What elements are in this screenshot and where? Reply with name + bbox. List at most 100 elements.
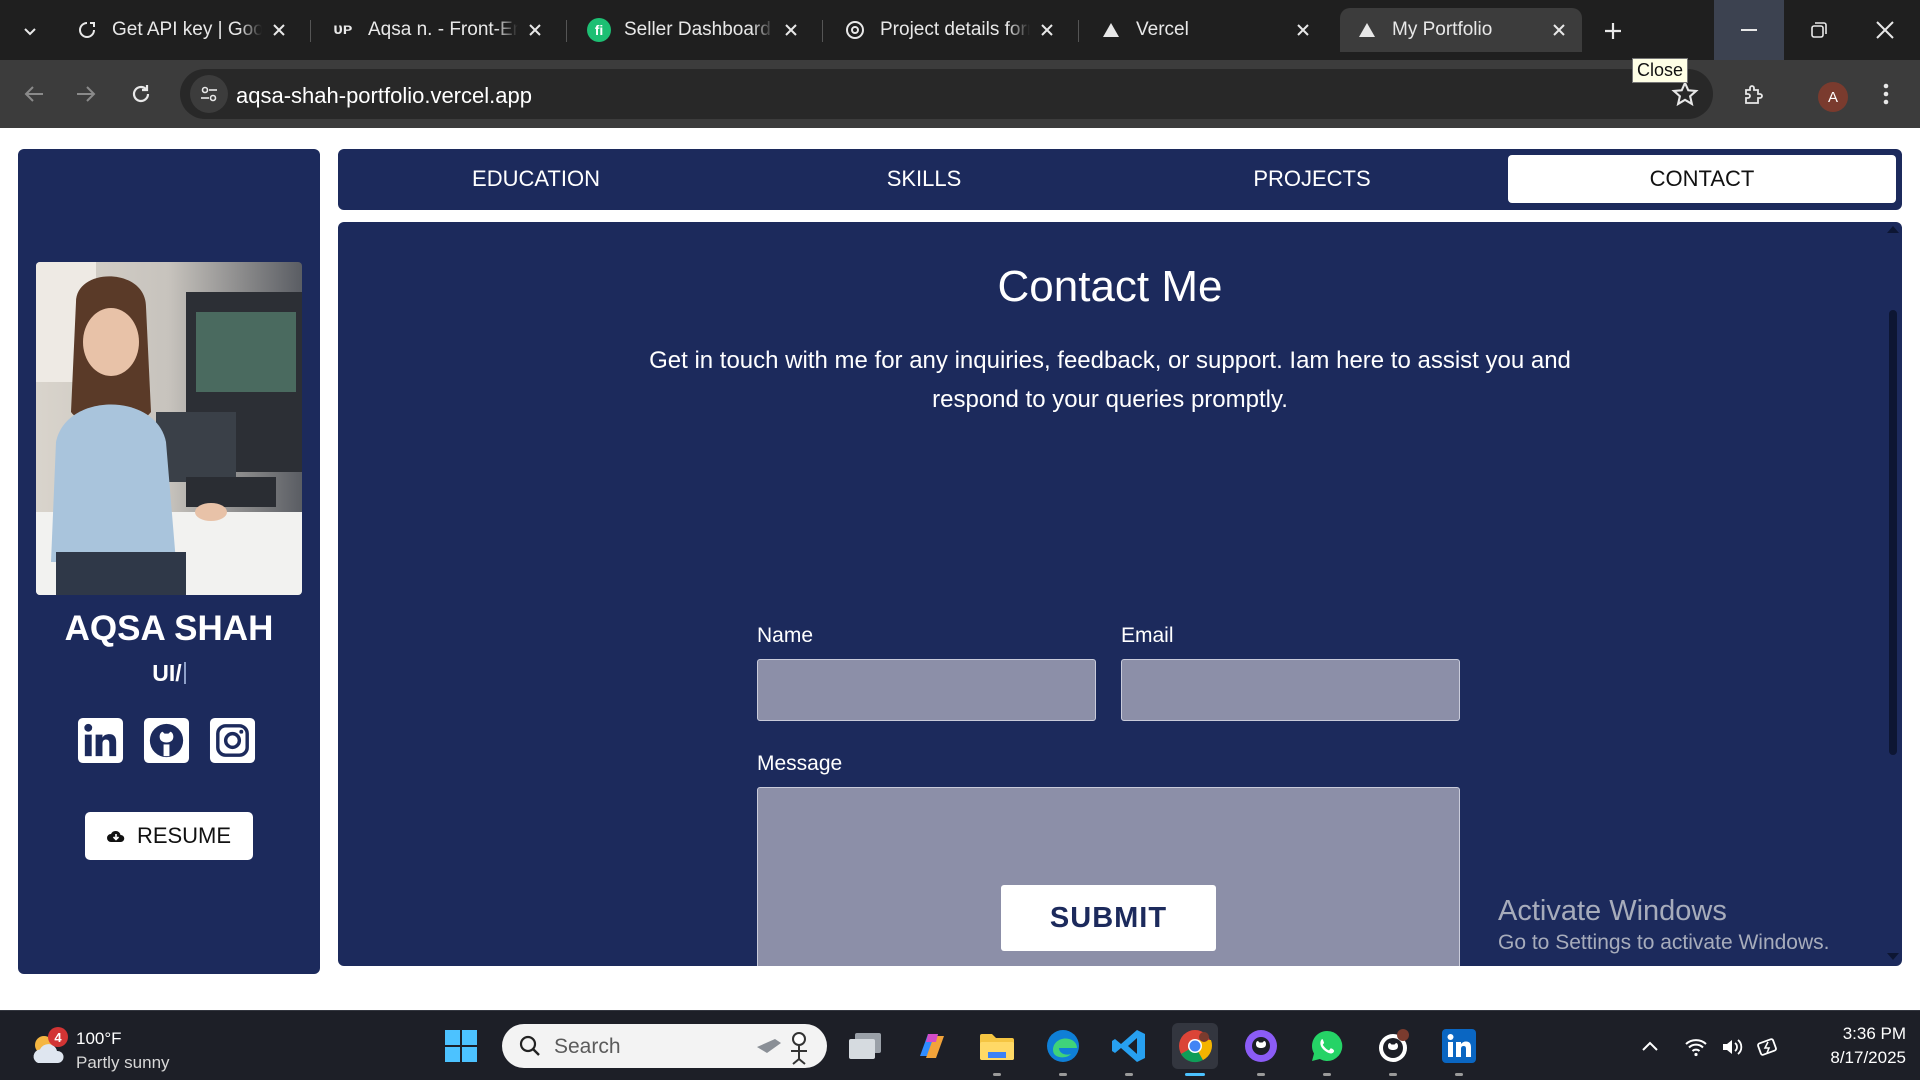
close-tab-icon[interactable]	[1286, 13, 1320, 47]
restore-button[interactable]	[1784, 0, 1854, 60]
chevron-up-icon[interactable]	[1638, 1035, 1662, 1059]
browser-tab[interactable]: Project details form	[828, 8, 1070, 52]
weather-widget[interactable]: 4 100°F Partly sunny	[28, 1025, 188, 1072]
profile-photo	[36, 262, 302, 595]
name-field[interactable]	[757, 659, 1096, 721]
running-indicator	[1389, 1073, 1397, 1076]
upwork-icon: ᴜᴘ	[333, 21, 353, 38]
tab-title: Vercel	[1136, 19, 1189, 40]
tooltip: Close	[1632, 58, 1689, 83]
menu-button[interactable]	[1866, 74, 1906, 114]
task-view-button[interactable]	[842, 1023, 888, 1069]
close-tab-icon[interactable]	[518, 13, 552, 47]
copilot-icon	[920, 1034, 944, 1058]
notification-badge: 4	[48, 1027, 68, 1047]
whatsapp-icon	[1311, 1030, 1343, 1061]
profile-name: AQSA SHAH	[64, 609, 274, 648]
watermark-title: Activate Windows	[1498, 895, 1727, 927]
instagram-icon[interactable]	[209, 717, 256, 764]
tab-separator	[566, 20, 567, 42]
profile-avatar[interactable]: A	[1818, 82, 1848, 112]
resume-button[interactable]: RESUME	[85, 812, 253, 860]
vercel-icon	[1098, 23, 1124, 37]
browser-tab-active[interactable]: My Portfolio	[1340, 8, 1582, 52]
start-button[interactable]	[438, 1023, 484, 1069]
url-text: aqsa-shah-portfolio.vercel.app	[236, 83, 532, 108]
close-window-button[interactable]	[1850, 0, 1920, 60]
github-desktop-button[interactable]	[1238, 1023, 1284, 1076]
submit-button[interactable]: SUBMIT	[1001, 885, 1216, 951]
tab-skills[interactable]: SKILLS	[730, 155, 1118, 203]
back-button[interactable]	[14, 74, 54, 114]
volume-icon[interactable]	[1720, 1035, 1744, 1059]
address-bar[interactable]: aqsa-shah-portfolio.vercel.app	[180, 69, 1713, 119]
running-indicator	[1059, 1073, 1067, 1076]
scroll-thumb[interactable]	[1889, 310, 1897, 755]
taskbar-search[interactable]: Search	[502, 1024, 827, 1068]
minimize-button[interactable]	[1714, 0, 1784, 60]
forward-button[interactable]	[66, 74, 106, 114]
email-field[interactable]	[1121, 659, 1460, 721]
plus-icon	[1605, 23, 1621, 39]
whatsapp-button[interactable]	[1304, 1023, 1350, 1076]
message-label: Message	[757, 752, 843, 775]
running-indicator	[1455, 1073, 1463, 1076]
tab-separator	[1078, 20, 1079, 42]
github-app-button[interactable]	[1370, 1023, 1416, 1076]
close-icon	[1876, 21, 1894, 39]
search-highlight-illustration-icon	[757, 1032, 807, 1065]
chrome-button[interactable]	[1172, 1023, 1218, 1076]
resume-label: RESUME	[136, 823, 232, 848]
weather-desc: Partly sunny	[76, 1053, 170, 1072]
close-tab-icon[interactable]	[1030, 13, 1064, 47]
bookmark-star-icon[interactable]	[1671, 80, 1699, 108]
tab-separator	[822, 20, 823, 42]
folder-icon	[980, 1034, 1014, 1060]
vscode-button[interactable]	[1106, 1023, 1152, 1076]
linkedin-app-button[interactable]	[1436, 1023, 1482, 1076]
tab-search-button[interactable]	[10, 12, 50, 50]
browser-tab-strip: Get API key | Google AI Studio ᴜᴘ Aqsa n…	[0, 0, 1920, 60]
tab-contact[interactable]: CONTACT	[1508, 155, 1896, 203]
puzzle-icon	[1745, 85, 1763, 104]
system-clock[interactable]: 3:36 PM 8/17/2025	[1806, 1022, 1906, 1070]
email-label: Email	[1121, 624, 1174, 647]
site-info-icon[interactable]	[190, 75, 228, 113]
wifi-icon[interactable]	[1684, 1035, 1708, 1059]
watermark-subtitle: Go to Settings to activate Windows.	[1498, 931, 1830, 954]
file-explorer-button[interactable]	[974, 1023, 1020, 1076]
copilot-button[interactable]	[909, 1023, 955, 1069]
edge-icon	[1047, 1030, 1079, 1062]
close-tab-icon[interactable]	[1542, 13, 1576, 47]
tab-title: Seller Dashboard	[624, 19, 771, 40]
close-tab-icon[interactable]	[262, 13, 296, 47]
active-indicator	[1185, 1073, 1205, 1076]
extensions-button[interactable]	[1734, 74, 1774, 114]
browser-tab[interactable]: fi Seller Dashboard	[572, 8, 814, 52]
scroll-down-arrow-icon[interactable]	[1887, 953, 1899, 960]
new-tab-button[interactable]	[1593, 12, 1633, 50]
running-indicator	[993, 1073, 1001, 1076]
edge-button[interactable]	[1040, 1023, 1086, 1076]
tab-education[interactable]: EDUCATION	[342, 155, 730, 203]
tab-separator	[310, 20, 311, 42]
tab-projects[interactable]: PROJECTS	[1118, 155, 1506, 203]
github-icon[interactable]	[143, 717, 190, 764]
running-indicator	[1257, 1073, 1265, 1076]
linkedin-icon[interactable]	[77, 717, 124, 764]
chatgpt-icon	[842, 19, 868, 41]
battery-charging-icon[interactable]	[1756, 1035, 1780, 1059]
svg-text:fi: fi	[595, 22, 604, 38]
scroll-up-arrow-icon[interactable]	[1887, 226, 1899, 233]
close-tab-icon[interactable]	[774, 13, 808, 47]
page-title: Contact Me	[997, 262, 1223, 311]
browser-tab[interactable]: ᴜᴘ Aqsa n. - Front-End Developer	[316, 8, 558, 52]
cloud-download-icon	[106, 830, 125, 842]
tab-title: Aqsa n. - Front-End Developer	[368, 19, 518, 40]
typing-cursor	[183, 662, 186, 684]
browser-tab[interactable]: Vercel	[1084, 8, 1326, 52]
page-scrollbar[interactable]	[1882, 222, 1902, 966]
browser-tab[interactable]: Get API key | Google AI Studio	[60, 8, 302, 52]
reload-button[interactable]	[121, 74, 161, 114]
windows-taskbar: 4 100°F Partly sunny Search 3:36 PM 8/17…	[0, 1010, 1920, 1080]
